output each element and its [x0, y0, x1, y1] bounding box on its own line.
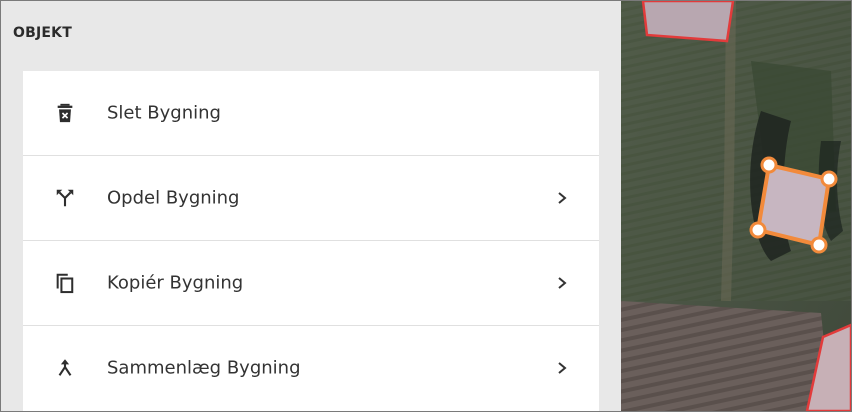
menu-item-split-building[interactable]: Opdel Bygning [23, 156, 599, 241]
map-view[interactable] [621, 1, 851, 411]
menu-item-label: Kopiér Bygning [107, 272, 244, 294]
map-plowed-field [621, 301, 831, 411]
menu-item-label: Slet Bygning [107, 102, 221, 124]
merge-icon [53, 356, 77, 380]
vertex-handle[interactable] [749, 221, 767, 239]
selected-building[interactable] [755, 162, 832, 248]
menu-item-copy-building[interactable]: Kopiér Bygning [23, 241, 599, 326]
split-icon [53, 186, 77, 210]
chevron-right-icon [555, 361, 569, 375]
panel-title: OBJEKT [13, 25, 72, 41]
menu-item-label: Opdel Bygning [107, 187, 240, 209]
vertex-handle[interactable] [760, 156, 778, 174]
menu-item-label: Sammenlæg Bygning [107, 357, 301, 379]
menu-item-merge-building[interactable]: Sammenlæg Bygning [23, 326, 599, 410]
app-frame: OBJEKT Slet Bygning Opdel Bygning Kopiér… [0, 0, 852, 412]
object-menu: Slet Bygning Opdel Bygning Kopiér Bygnin… [23, 71, 599, 411]
copy-icon [53, 271, 77, 295]
map-road [721, 1, 736, 302]
chevron-right-icon [555, 276, 569, 290]
chevron-right-icon [555, 191, 569, 205]
vertex-handle[interactable] [820, 170, 838, 188]
object-panel: OBJEKT Slet Bygning Opdel Bygning Kopiér… [1, 1, 621, 411]
building-shape[interactable] [641, 1, 735, 43]
vertex-handle[interactable] [810, 236, 828, 254]
trash-icon [53, 101, 77, 125]
menu-item-delete-building[interactable]: Slet Bygning [23, 71, 599, 156]
